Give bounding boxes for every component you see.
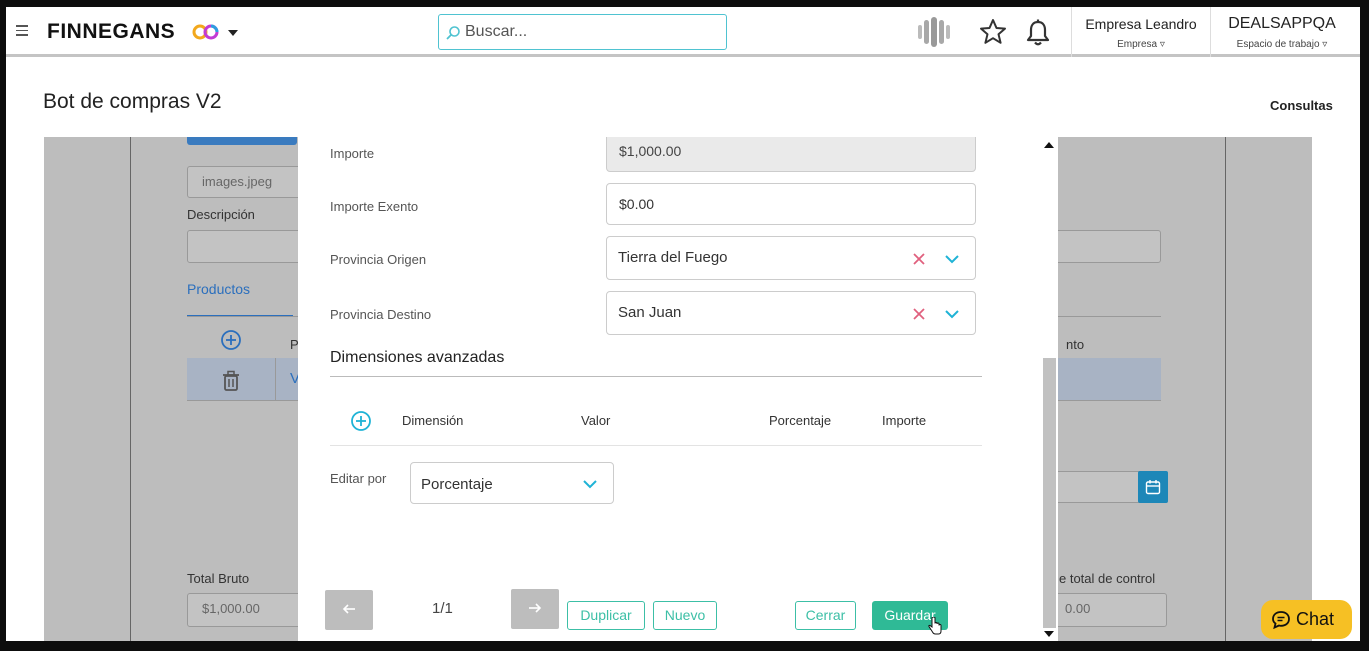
chevron-down-icon[interactable] [581, 477, 599, 491]
trash-icon[interactable] [221, 370, 241, 392]
add-dimension-icon[interactable] [350, 410, 372, 432]
editar-por-select[interactable]: Porcentaje [410, 462, 614, 504]
chat-label: Chat [1296, 609, 1335, 629]
chevron-down-icon: ▿ [1322, 39, 1328, 50]
date-field[interactable] [1054, 471, 1144, 503]
scroll-down-arrow-icon[interactable] [1044, 631, 1054, 637]
add-product-icon[interactable] [220, 329, 242, 351]
search-icon [446, 26, 460, 40]
chevron-down-icon: ▿ [1159, 39, 1165, 50]
section-divider [330, 376, 982, 377]
company-label: Empresa [1117, 39, 1158, 50]
notifications-bell-icon[interactable] [1024, 18, 1052, 48]
provincia-origen-value: Tierra del Fuego [618, 249, 728, 266]
chat-bubble-icon [1272, 611, 1290, 630]
cerrar-button[interactable]: Cerrar [795, 601, 856, 630]
calendar-button[interactable] [1138, 471, 1168, 503]
scroll-up-arrow-icon[interactable] [1044, 142, 1054, 148]
workspace-selector[interactable]: DEALSAPPQA Espacio de trabajo ▿ [1211, 7, 1353, 57]
column-header-dimension: Dimensión [402, 413, 464, 428]
dialog-modal: Importe $1,000.00 Importe Exento $0.00 P… [298, 137, 1058, 641]
total-control-field: 0.00 [1054, 593, 1167, 627]
importe-exento-field[interactable]: $0.00 [606, 183, 976, 225]
attachment-file[interactable]: images.jpeg [187, 166, 307, 198]
voice-assistant-icon[interactable] [916, 16, 952, 48]
provincia-origen-select[interactable]: Tierra del Fuego [606, 236, 976, 280]
chevron-down-icon[interactable] [943, 307, 961, 321]
editar-por-label: Editar por [330, 471, 387, 486]
brand-dropdown-caret-icon[interactable] [228, 30, 238, 36]
total-control-label: e total de control [1059, 571, 1156, 586]
clear-icon[interactable] [911, 306, 927, 322]
clear-icon[interactable] [911, 251, 927, 267]
tab-productos[interactable]: Productos [187, 281, 250, 297]
importe-exento-label: Importe Exento [330, 199, 419, 214]
pagination-indicator: 1/1 [432, 600, 453, 617]
brand-logo-text[interactable]: FINNEGANS [47, 20, 175, 44]
arrow-left-icon [342, 604, 355, 614]
search-input[interactable] [465, 21, 715, 43]
cell-divider [275, 358, 276, 400]
provincia-destino-value: San Juan [618, 304, 682, 321]
company-selector-label: Empresa ▿ [1072, 39, 1210, 50]
column-header-importe: Importe [882, 413, 927, 428]
company-selector[interactable]: Empresa Leandro Empresa ▿ [1072, 7, 1210, 57]
nuevo-button[interactable]: Nuevo [653, 601, 717, 630]
provincia-destino-select[interactable]: San Juan [606, 291, 976, 335]
modal-scrollbar-thumb[interactable] [1043, 358, 1056, 628]
attach-button[interactable] [187, 137, 297, 145]
importe-label: Importe [330, 146, 375, 161]
duplicar-button[interactable]: Duplicar [567, 601, 645, 630]
next-button[interactable] [511, 589, 559, 629]
total-bruto-field: $1,000.00 [187, 593, 307, 627]
arrow-right-icon [529, 603, 542, 613]
search-box [438, 14, 727, 50]
table-divider [330, 445, 982, 446]
consultas-link[interactable]: Consultas [1270, 98, 1333, 113]
panel-border [1225, 137, 1226, 641]
calendar-icon [1145, 480, 1161, 495]
previous-button[interactable] [325, 590, 373, 630]
chat-button[interactable]: Chat [1261, 600, 1352, 639]
workspace-selector-label: Espacio de trabajo ▿ [1211, 39, 1353, 50]
panel-border [130, 137, 131, 641]
page-title: Bot de compras V2 [43, 90, 222, 113]
importe-field: $1,000.00 [606, 137, 976, 172]
workspace-name: DEALSAPPQA [1228, 15, 1336, 32]
column-header-valor: Valor [581, 413, 611, 428]
total-bruto-label: Total Bruto [187, 571, 250, 586]
hand-cursor-icon [928, 617, 942, 635]
workspace-label: Espacio de trabajo [1236, 39, 1320, 50]
provincia-origen-label: Provincia Origen [330, 252, 427, 267]
app-window: FINNEGANS Buscar... Empresa Leandro Empr… [6, 7, 1360, 641]
section-title: Dimensiones avanzadas [330, 349, 505, 366]
brand-logo-icon [192, 24, 219, 40]
editar-por-value: Porcentaje [421, 476, 493, 493]
top-bar: FINNEGANS Buscar... Empresa Leandro Empr… [6, 7, 1360, 57]
hamburger-menu-icon[interactable] [16, 25, 28, 36]
column-header-fragment: nto [1066, 337, 1085, 352]
favorites-star-icon[interactable] [978, 17, 1008, 47]
column-header-porcentaje: Porcentaje [769, 413, 832, 428]
chevron-down-icon[interactable] [943, 252, 961, 266]
description-label: Descripción [187, 207, 255, 222]
company-name: Empresa Leandro [1085, 16, 1197, 32]
provincia-destino-label: Provincia Destino [330, 307, 432, 322]
